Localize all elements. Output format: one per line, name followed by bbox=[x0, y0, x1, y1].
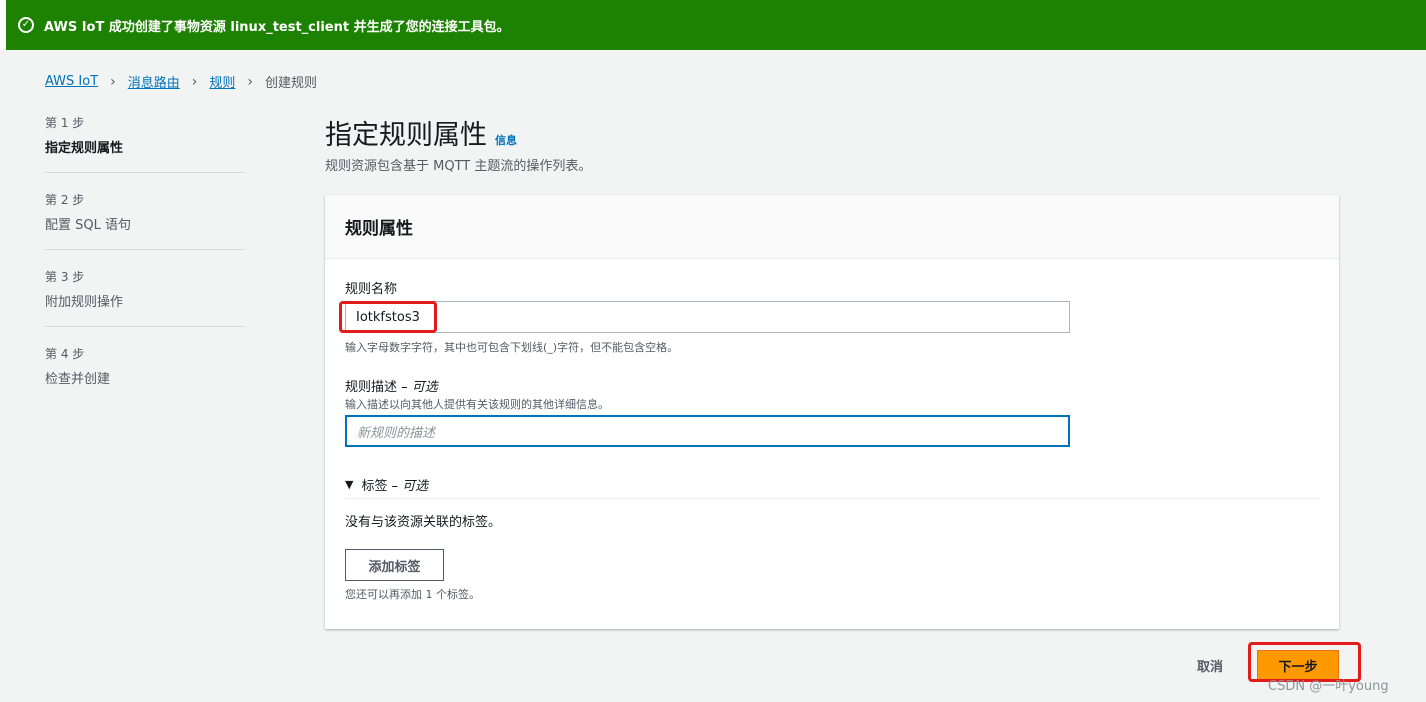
breadcrumb: AWS IoT › 消息路由 › 规则 › 创建规则 bbox=[45, 72, 318, 92]
step-number: 第 4 步 bbox=[45, 347, 85, 361]
tags-expander[interactable]: ▼ 标签 – 可选 bbox=[345, 475, 428, 494]
cancel-button[interactable]: 取消 bbox=[1180, 649, 1240, 681]
page-subtitle: 规则资源包含基于 MQTT 主题流的操作列表。 bbox=[325, 159, 592, 174]
step-2: 第 2 步 配置 SQL 语句 bbox=[45, 187, 245, 250]
flash-message: AWS IoT 成功创建了事物资源 linux_test_client 并生成了… bbox=[44, 19, 510, 35]
highlight-box bbox=[339, 301, 437, 333]
step-1[interactable]: 第 1 步 指定规则属性 bbox=[45, 110, 245, 173]
breadcrumb-message-routing[interactable]: 消息路由 bbox=[128, 72, 180, 91]
description-label-text: 规则描述 bbox=[345, 380, 398, 395]
breadcrumb-aws-iot[interactable]: AWS IoT bbox=[45, 74, 98, 89]
chevron-right-icon: › bbox=[247, 73, 254, 90]
add-tag-hint: 您还可以再添加 1 个标签。 bbox=[345, 588, 480, 601]
add-tag-button[interactable]: 添加标签 bbox=[345, 549, 444, 581]
page-title: 指定规则属性 bbox=[325, 120, 487, 151]
step-number: 第 1 步 bbox=[45, 116, 85, 130]
step-3: 第 3 步 附加规则操作 bbox=[45, 264, 245, 327]
step-name: 配置 SQL 语句 bbox=[45, 218, 131, 233]
step-number: 第 3 步 bbox=[45, 270, 85, 284]
success-flashbar: ✓ AWS IoT 成功创建了事物资源 linux_test_client 并生… bbox=[6, 0, 1426, 50]
optional-marker: – 可选 bbox=[401, 380, 438, 395]
rule-name-label: 规则名称 bbox=[345, 282, 398, 297]
page-header: 指定规则属性 信息 bbox=[325, 113, 517, 152]
description-placeholder: 新规则的描述 bbox=[357, 425, 436, 441]
check-circle-icon: ✓ bbox=[18, 17, 34, 33]
rule-properties-panel: 规则属性 规则名称 Iotkfstos3 输入字母数字字符，其中也可包含下划线(… bbox=[325, 195, 1339, 629]
caret-down-icon: ▼ bbox=[345, 478, 354, 491]
step-name: 检查并创建 bbox=[45, 372, 111, 387]
chevron-right-icon: › bbox=[191, 73, 198, 90]
rule-description-input[interactable]: 新规则的描述 bbox=[345, 415, 1070, 447]
step-4: 第 4 步 检查并创建 bbox=[45, 341, 245, 403]
optional-marker: – 可选 bbox=[391, 479, 429, 494]
step-name: 指定规则属性 bbox=[45, 141, 124, 156]
rule-description-hint: 输入描述以向其他人提供有关该规则的其他详细信息。 bbox=[345, 398, 609, 411]
no-tags-text: 没有与该资源关联的标签。 bbox=[345, 515, 502, 530]
rule-name-input[interactable]: Iotkfstos3 bbox=[345, 301, 1070, 333]
rule-description-label: 规则描述 – 可选 bbox=[345, 376, 438, 395]
step-name: 附加规则操作 bbox=[45, 295, 124, 310]
info-link[interactable]: 信息 bbox=[495, 132, 517, 148]
breadcrumb-rules[interactable]: 规则 bbox=[209, 72, 235, 91]
chevron-right-icon: › bbox=[110, 73, 116, 90]
step-number: 第 2 步 bbox=[45, 193, 85, 207]
wizard-steps: 第 1 步 指定规则属性 第 2 步 配置 SQL 语句 第 3 步 附加规则操… bbox=[45, 110, 245, 417]
divider bbox=[345, 498, 1320, 499]
tags-label: 标签 bbox=[361, 479, 388, 494]
rule-name-hint: 输入字母数字字符，其中也可包含下划线(_)字符，但不能包含空格。 bbox=[345, 341, 679, 354]
breadcrumb-current: 创建规则 bbox=[265, 76, 318, 91]
panel-title: 规则属性 bbox=[325, 195, 1339, 259]
watermark: CSDN @一叶young bbox=[1268, 679, 1389, 694]
